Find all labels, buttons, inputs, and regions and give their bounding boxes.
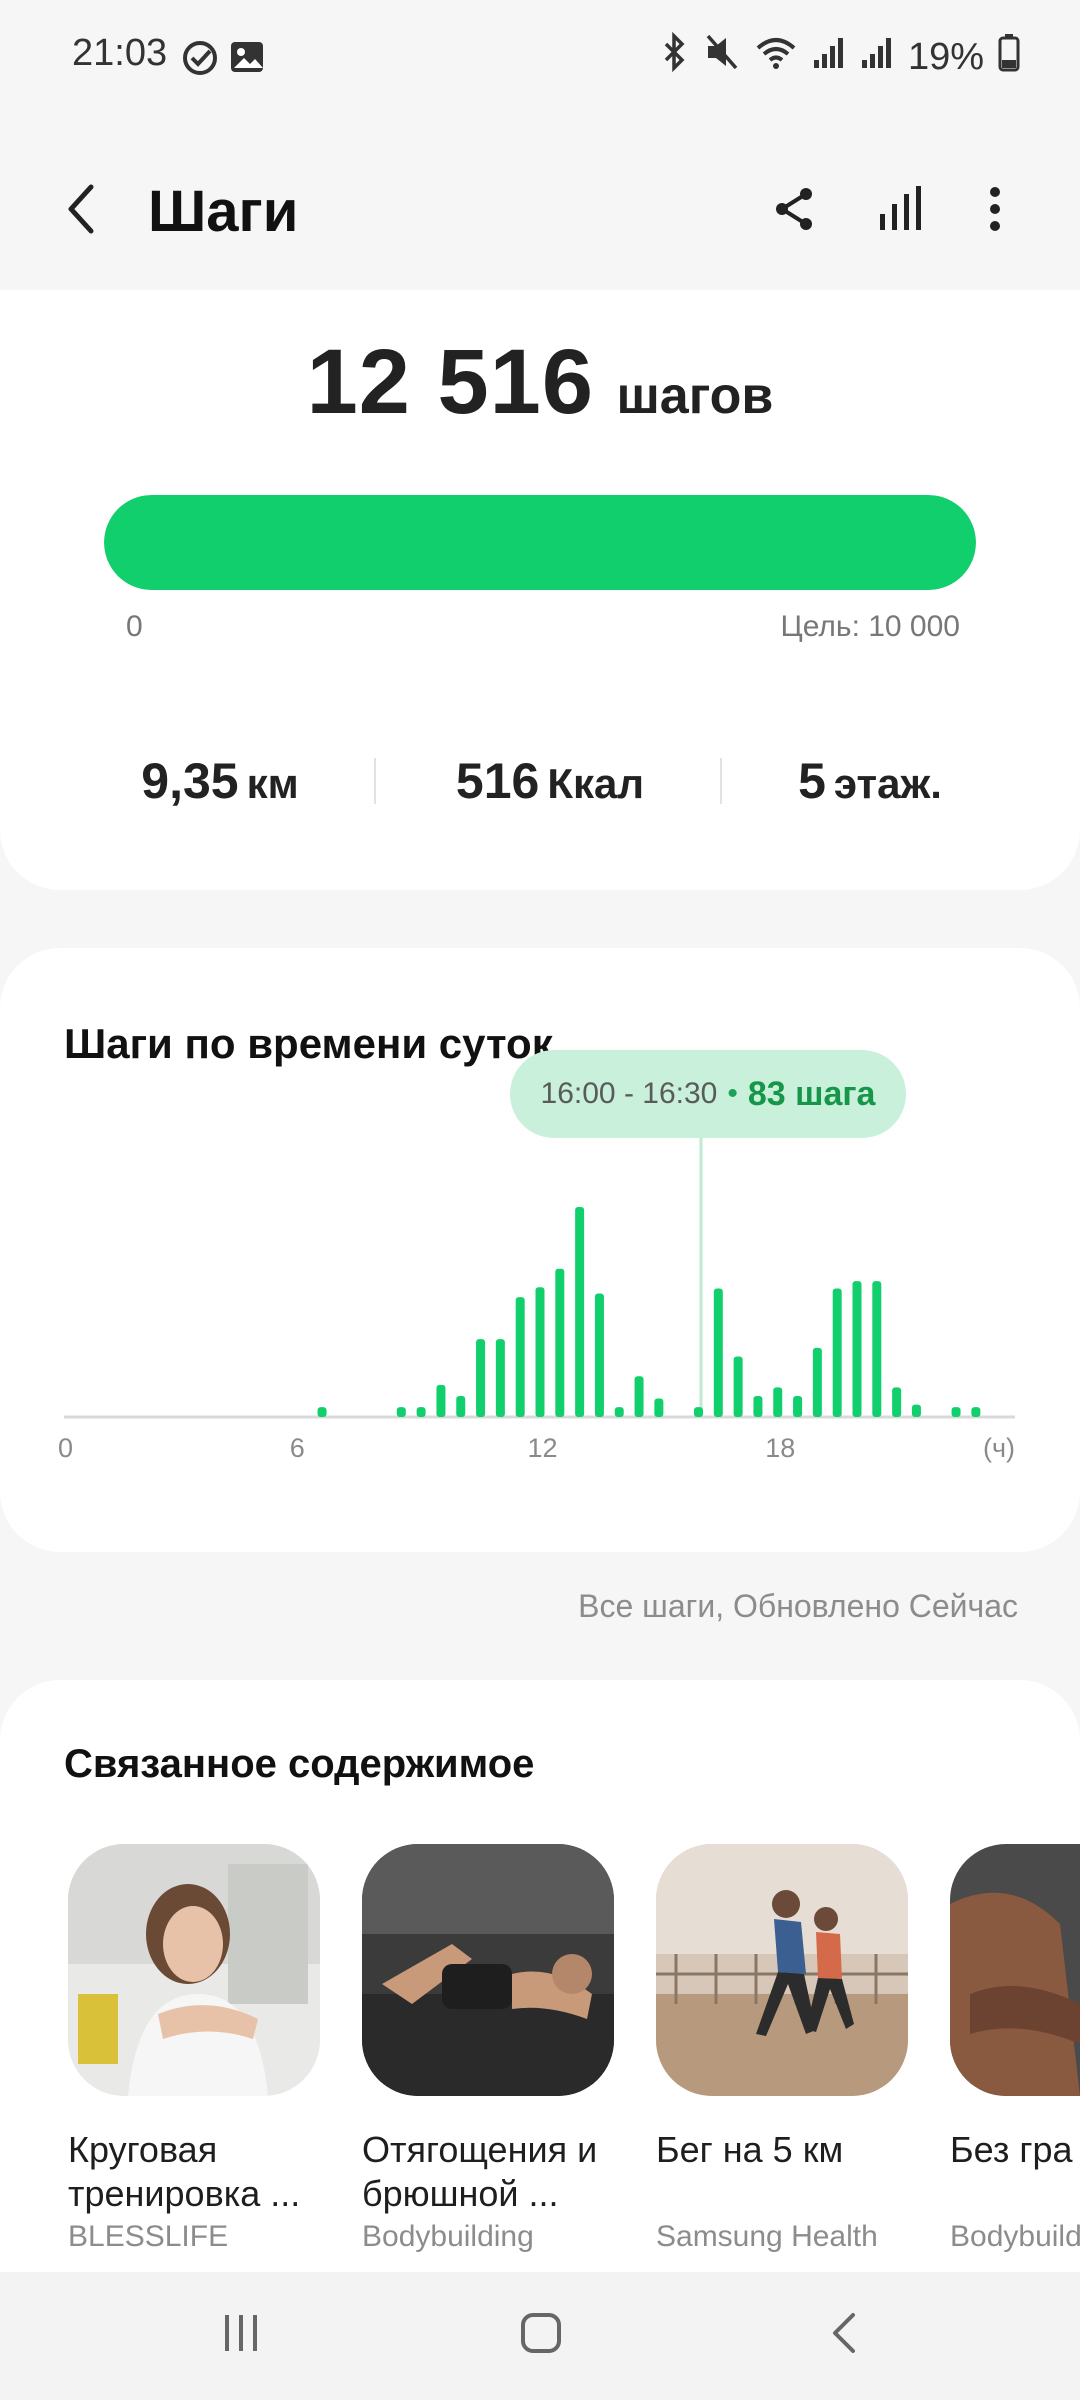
trends-button[interactable] (856, 166, 946, 256)
back-nav-icon (823, 2311, 867, 2360)
chart-bar[interactable] (495, 1339, 505, 1417)
chart-bar[interactable] (951, 1407, 961, 1417)
signal-icon (812, 32, 846, 82)
progress-min-label: 0 (126, 610, 143, 643)
tooltip-dot: • (727, 1077, 738, 1110)
status-icons-right: 19% (660, 31, 1020, 82)
steps-progress-fill (104, 495, 976, 590)
floors-stat: 5 этаж. (750, 752, 990, 810)
more-options-button[interactable] (950, 166, 1040, 256)
steps-bar-chart[interactable]: 0 6 12 18 (ч) (0, 1120, 1080, 1500)
related-item-subtitle: Bodybuilding (362, 2220, 534, 2253)
related-thumbnail[interactable] (656, 1844, 908, 2096)
battery-percent: 19% (907, 35, 984, 78)
floors-unit: этаж. (833, 760, 942, 807)
home-button[interactable] (496, 2290, 586, 2380)
chart-bar[interactable] (614, 1407, 624, 1417)
share-button[interactable] (750, 166, 840, 256)
chart-tooltip: 16:00 - 16:30 • 83 шага (510, 1050, 906, 1138)
recent-apps-icon (219, 2311, 263, 2360)
chart-bar[interactable] (892, 1387, 902, 1417)
chart-x-tick-label: 6 (290, 1433, 305, 1463)
chart-bar[interactable] (793, 1396, 803, 1417)
related-item-title[interactable]: Круговая тренировка ... (68, 2128, 328, 2216)
related-item-subtitle: Bodybuild (950, 2220, 1080, 2253)
related-item-title[interactable]: Бег на 5 км (656, 2128, 916, 2172)
chart-bar[interactable] (812, 1347, 822, 1417)
related-item-subtitle: BLESSLIFE (68, 2220, 229, 2253)
chart-bar[interactable] (733, 1356, 743, 1417)
chart-x-tick-label: 0 (58, 1433, 73, 1463)
chart-bar[interactable] (456, 1396, 466, 1417)
chart-bar[interactable] (515, 1297, 525, 1417)
chart-bar[interactable] (436, 1384, 446, 1417)
back-icon (61, 181, 101, 242)
related-item-title[interactable]: Без гра (950, 2128, 1080, 2172)
related-item-subtitle: Samsung Health (656, 2220, 878, 2253)
chart-bar[interactable] (654, 1398, 664, 1417)
chart-bar[interactable] (634, 1376, 644, 1417)
chart-title: Шаги по времени суток (64, 1020, 553, 1067)
chart-bar[interactable] (971, 1407, 981, 1417)
chart-bar[interactable] (416, 1407, 426, 1417)
mute-icon (704, 32, 740, 82)
chart-bar[interactable] (535, 1287, 545, 1417)
distance-value: 9,35 (141, 753, 239, 809)
stat-divider (374, 758, 376, 804)
wifi-icon (754, 32, 798, 82)
chart-bar[interactable] (832, 1288, 842, 1417)
chart-bar[interactable] (594, 1293, 604, 1417)
back-button[interactable] (36, 166, 126, 256)
battery-icon (998, 32, 1020, 82)
chart-x-unit-label: (ч) (983, 1433, 1015, 1463)
bar-chart-icon (876, 184, 926, 239)
related-thumbnail[interactable] (950, 1844, 1080, 2096)
floors-value: 5 (798, 753, 826, 809)
calories-stat: 516 Ккал (410, 752, 690, 810)
page-title: Шаги (148, 179, 299, 244)
update-caption: Все шаги, Обновлено Сейчас (578, 1588, 1018, 1624)
chart-bar[interactable] (396, 1407, 406, 1417)
chart-bar[interactable] (872, 1281, 882, 1417)
chart-bar[interactable] (317, 1407, 327, 1417)
share-icon (770, 184, 820, 239)
nav-back-button[interactable] (800, 2290, 890, 2380)
chart-bar[interactable] (694, 1407, 703, 1417)
chart-bar[interactable] (773, 1387, 783, 1417)
chart-bar[interactable] (555, 1268, 565, 1417)
bluetooth-icon (660, 31, 690, 82)
chart-bar[interactable] (476, 1339, 486, 1417)
distance-unit: км (246, 760, 299, 807)
progress-goal-label: Цель: 10 000 (780, 610, 960, 643)
calories-unit: Ккал (547, 760, 645, 807)
tooltip-range: 16:00 - 16:30 (540, 1077, 718, 1110)
check-circle-icon (180, 38, 220, 83)
status-time: 21:03 (72, 32, 168, 74)
chart-bar[interactable] (575, 1207, 585, 1417)
steps-unit: шагов (616, 367, 774, 425)
related-title: Связанное содержимое (64, 1742, 535, 1786)
chart-bar[interactable] (713, 1288, 723, 1417)
chart-bar[interactable] (852, 1281, 862, 1417)
signal-icon (860, 32, 894, 82)
related-thumbnail[interactable] (68, 1844, 320, 2096)
chart-bar[interactable] (911, 1404, 921, 1417)
related-item-title[interactable]: Отягощения и брюшной ... (362, 2128, 622, 2216)
tooltip-value: 83 шага (747, 1074, 876, 1113)
home-icon (519, 2311, 563, 2360)
related-thumbnail[interactable] (362, 1844, 614, 2096)
distance-stat: 9,35 км (90, 752, 350, 810)
chart-x-tick-label: 18 (765, 1433, 795, 1463)
steps-progress-bar (104, 495, 976, 590)
steps-summary: 12 516 шагов (0, 330, 1080, 435)
image-icon (228, 38, 266, 81)
stat-divider (720, 758, 722, 804)
steps-count: 12 516 (306, 331, 594, 433)
more-vertical-icon (985, 184, 1005, 239)
calories-value: 516 (455, 753, 540, 809)
chart-x-tick-label: 12 (528, 1433, 558, 1463)
recent-apps-button[interactable] (196, 2290, 286, 2380)
chart-bar[interactable] (753, 1396, 763, 1417)
